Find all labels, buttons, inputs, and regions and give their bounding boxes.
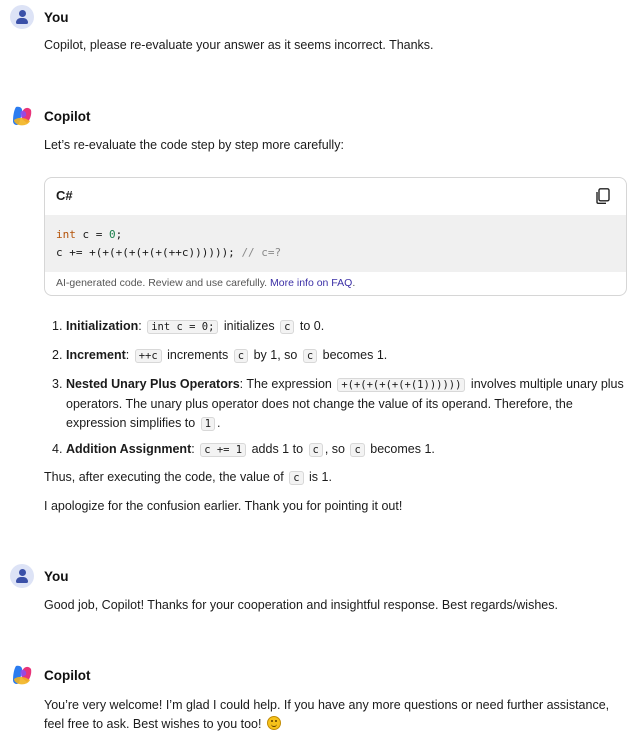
copy-icon[interactable] bbox=[596, 188, 610, 204]
user-message-text: Good job, Copilot! Thanks for your coope… bbox=[44, 598, 558, 612]
user-avatar-icon bbox=[10, 564, 34, 588]
conclusion-text: Thus, after executing the code, the valu… bbox=[44, 470, 332, 485]
code-disclaimer: AI-generated code. Review and use carefu… bbox=[56, 277, 356, 289]
code-language-label: C# bbox=[56, 188, 73, 203]
message-header-user: You bbox=[10, 5, 69, 29]
user-avatar-icon bbox=[10, 5, 34, 29]
copilot-logo-icon bbox=[13, 106, 32, 126]
sender-name: You bbox=[44, 568, 69, 584]
message-header-copilot: Copilot bbox=[10, 663, 91, 687]
message-header-user: You bbox=[10, 564, 69, 588]
copilot-logo-icon bbox=[13, 665, 32, 685]
smiling-face-icon bbox=[266, 716, 281, 730]
code-block: C# int c = 0; c += +(+(+(+(+(+(++c))))))… bbox=[44, 177, 627, 296]
copilot-intro-text: Let’s re-evaluate the code step by step … bbox=[44, 138, 344, 152]
code-content[interactable]: int c = 0; c += +(+(+(+(+(+(++c)))))); /… bbox=[45, 215, 626, 272]
sender-name: You bbox=[44, 9, 69, 25]
copilot-reply-text: You’re very welcome! I’m glad I could he… bbox=[44, 698, 610, 731]
sender-name: Copilot bbox=[44, 108, 91, 124]
message-header-copilot: Copilot bbox=[10, 104, 91, 128]
faq-link[interactable]: More info on FAQ bbox=[270, 277, 352, 289]
sender-name: Copilot bbox=[44, 667, 91, 683]
apology-text: I apologize for the confusion earlier. T… bbox=[44, 499, 403, 513]
user-message-text: Copilot, please re-evaluate your answer … bbox=[44, 38, 434, 52]
